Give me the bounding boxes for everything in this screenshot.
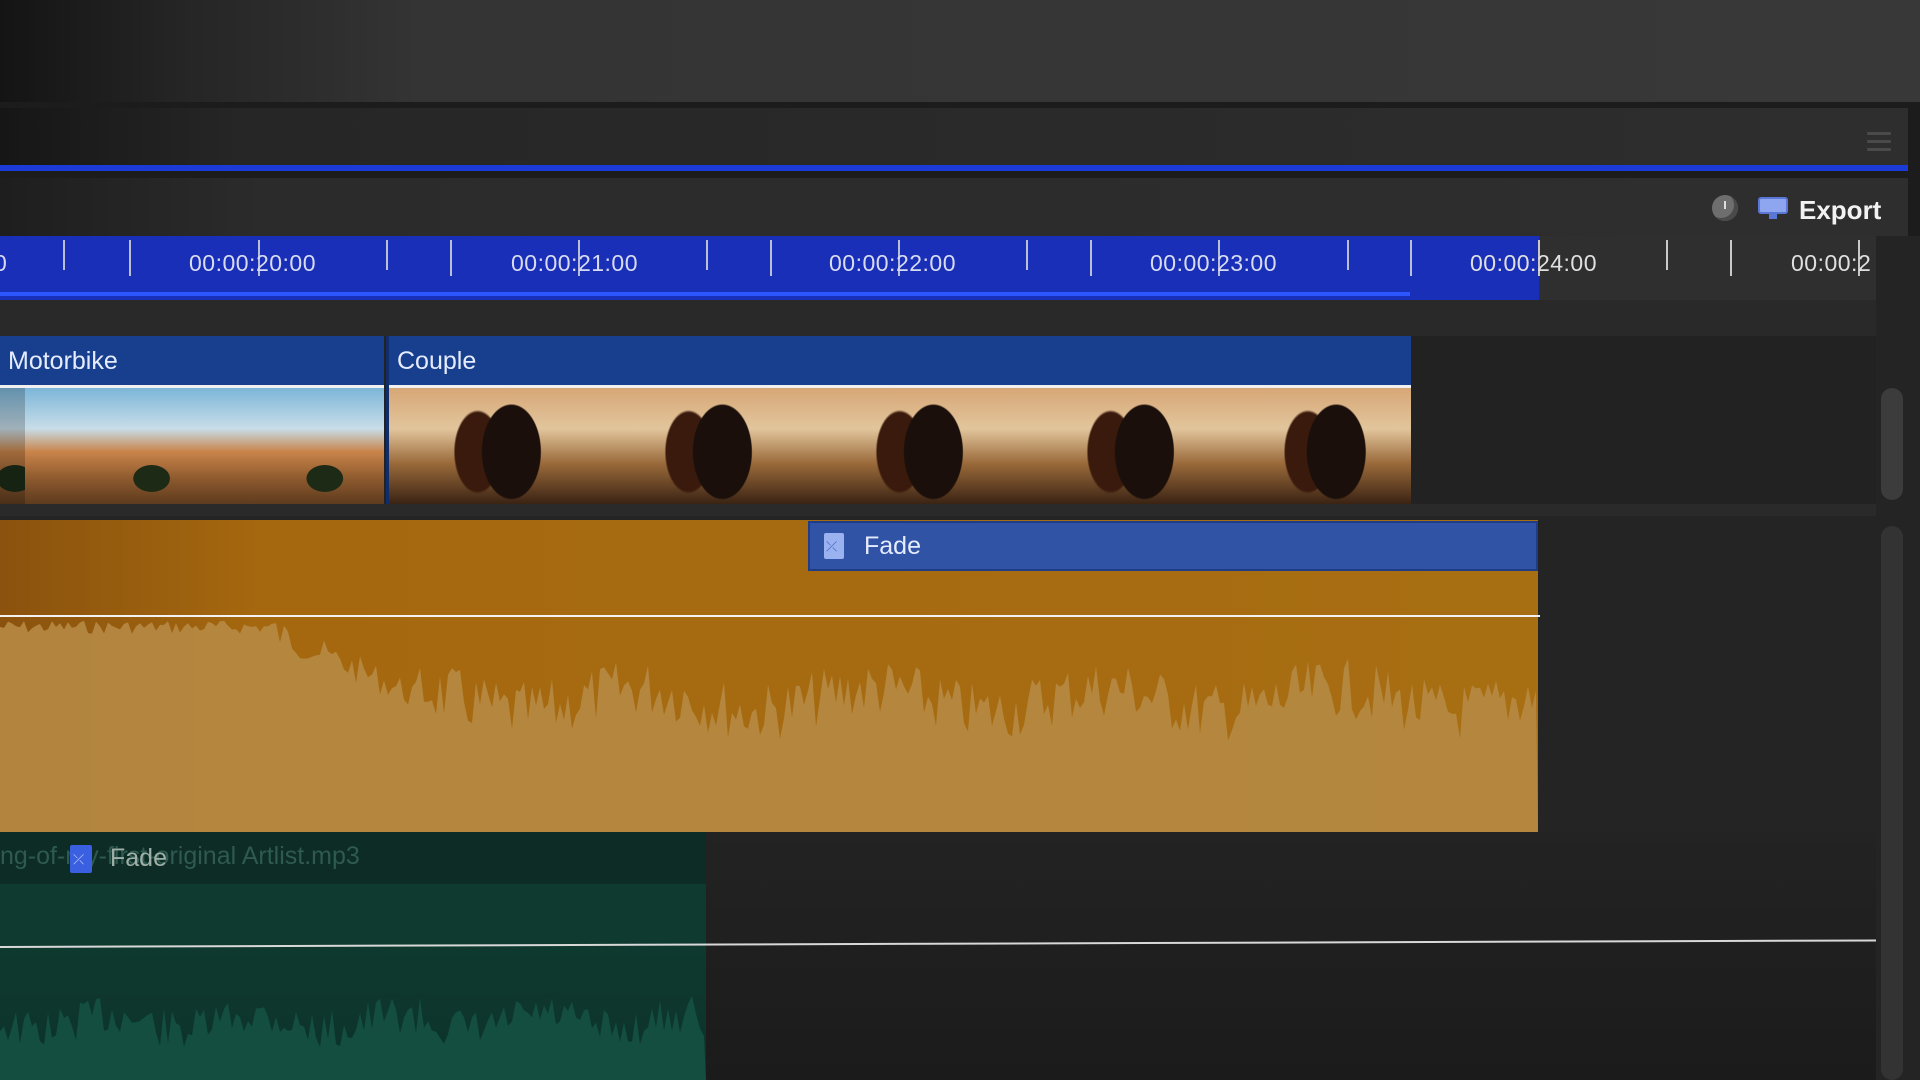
thumbnail bbox=[1022, 388, 1233, 504]
timeline-toolbar bbox=[0, 178, 1908, 236]
ruler-tick bbox=[386, 240, 388, 270]
clip-title: Couple bbox=[389, 336, 1411, 388]
ruler-tick bbox=[450, 240, 452, 276]
export-button[interactable]: Export bbox=[1799, 195, 1881, 225]
monitor-export-icon[interactable] bbox=[1758, 197, 1788, 219]
track-gap bbox=[0, 300, 1876, 336]
ruler-time-label: 00:00:23:00 bbox=[1150, 250, 1278, 276]
editor-window: Export 0 00:00:20:00 00:00:21:00 00:00:2… bbox=[0, 0, 1920, 1080]
preview-area bbox=[0, 0, 1920, 102]
ruler-time-label: 0 bbox=[0, 250, 8, 276]
video-track-scrollbar-thumb[interactable] bbox=[1881, 388, 1903, 500]
ruler-tick bbox=[770, 240, 772, 276]
ruler-tick bbox=[1026, 240, 1028, 270]
thumbnail bbox=[236, 388, 384, 504]
audio-track-scrollbar-thumb[interactable] bbox=[1881, 526, 1903, 1080]
thumbnail bbox=[25, 388, 236, 504]
thumbnail bbox=[600, 388, 811, 504]
clip-thumbnails bbox=[0, 388, 384, 504]
ruler-tick bbox=[1410, 240, 1412, 276]
track-divider bbox=[0, 504, 1876, 516]
fade-transition-icon bbox=[824, 533, 844, 559]
fade-transition-icon bbox=[70, 845, 92, 873]
fade-transition[interactable]: Fade bbox=[808, 521, 1538, 571]
history-icon[interactable] bbox=[1712, 195, 1738, 221]
transition-label: Fade bbox=[864, 532, 921, 560]
volume-envelope-line[interactable] bbox=[0, 615, 1540, 617]
thumbnail bbox=[389, 388, 600, 504]
ruler-time-label: 00:00:22:00 bbox=[829, 250, 957, 276]
hamburger-menu-icon[interactable] bbox=[1867, 132, 1891, 152]
panel-header bbox=[0, 108, 1908, 166]
clip-thumbnails bbox=[389, 388, 1411, 504]
video-clip-couple[interactable]: Couple bbox=[386, 336, 1411, 504]
video-clip-motorbike[interactable]: Motorbike bbox=[0, 336, 384, 504]
panel-active-indicator bbox=[0, 165, 1908, 171]
transition-label: Fade bbox=[110, 844, 167, 872]
ruler-tick bbox=[1090, 240, 1092, 276]
thumbnail bbox=[0, 388, 25, 504]
ruler-tick bbox=[1347, 240, 1349, 270]
timeline-ruler[interactable]: 0 00:00:20:00 00:00:21:00 00:00:22:00 00… bbox=[0, 236, 1876, 300]
ruler-time-label: 00:00:20:00 bbox=[189, 250, 317, 276]
ruler-time-label: 00:00:2 bbox=[1791, 250, 1872, 276]
ruler-tick bbox=[1730, 240, 1732, 276]
thumbnail bbox=[1233, 388, 1411, 504]
ruler-tick bbox=[1666, 240, 1668, 270]
ruler-time-label: 00:00:21:00 bbox=[511, 250, 639, 276]
clip-title: Motorbike bbox=[0, 336, 384, 388]
fade-transition[interactable]: Fade bbox=[54, 832, 167, 884]
thumbnail bbox=[811, 388, 1022, 504]
ruler-tick bbox=[129, 240, 131, 276]
ruler-tick bbox=[706, 240, 708, 270]
ruler-time-label: 00:00:24:00 bbox=[1470, 250, 1598, 276]
ruler-tick bbox=[63, 240, 65, 270]
